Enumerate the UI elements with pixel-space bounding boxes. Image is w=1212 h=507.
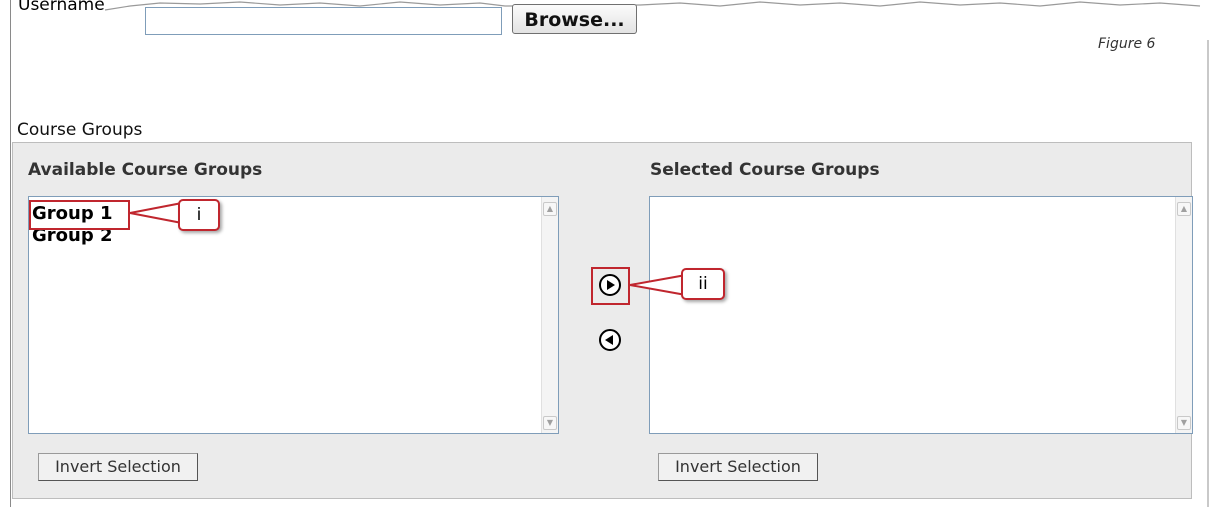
scroll-down-icon[interactable]: ▼ bbox=[543, 416, 557, 430]
username-field[interactable] bbox=[145, 7, 502, 35]
selected-scrollbar[interactable]: ▲ ▼ bbox=[1175, 197, 1192, 433]
available-groups-listbox[interactable]: Group 1 Group 2 ▲ ▼ bbox=[28, 196, 559, 434]
page-left-border bbox=[10, 0, 11, 507]
callout-i-pointer bbox=[129, 201, 183, 225]
course-groups-panel: Available Course Groups Group 1 Group 2 … bbox=[12, 142, 1193, 499]
figure-caption: Figure 6 bbox=[1098, 36, 1156, 52]
circle-arrow-left-icon[interactable] bbox=[599, 329, 621, 351]
scroll-up-icon[interactable]: ▲ bbox=[1177, 202, 1191, 216]
panel-shadow bbox=[1207, 40, 1209, 507]
available-invert-selection-button[interactable]: Invert Selection bbox=[38, 453, 198, 481]
selected-invert-selection-button[interactable]: Invert Selection bbox=[658, 453, 818, 481]
browse-button[interactable]: Browse... bbox=[512, 4, 637, 34]
scroll-down-icon[interactable]: ▼ bbox=[1177, 416, 1191, 430]
section-title: Course Groups bbox=[17, 120, 143, 140]
available-groups-heading: Available Course Groups bbox=[28, 160, 263, 180]
callout-ii: ii bbox=[681, 268, 725, 300]
username-label: Username bbox=[18, 0, 105, 15]
scroll-up-icon[interactable]: ▲ bbox=[543, 202, 557, 216]
callout-ii-pointer bbox=[629, 273, 687, 297]
selected-groups-listbox[interactable]: ▲ ▼ bbox=[649, 196, 1193, 434]
group-1-highlight bbox=[29, 200, 130, 230]
selected-groups-heading: Selected Course Groups bbox=[650, 160, 880, 180]
callout-i: i bbox=[178, 199, 220, 231]
move-right-highlight bbox=[591, 267, 630, 305]
available-scrollbar[interactable]: ▲ ▼ bbox=[541, 197, 558, 433]
